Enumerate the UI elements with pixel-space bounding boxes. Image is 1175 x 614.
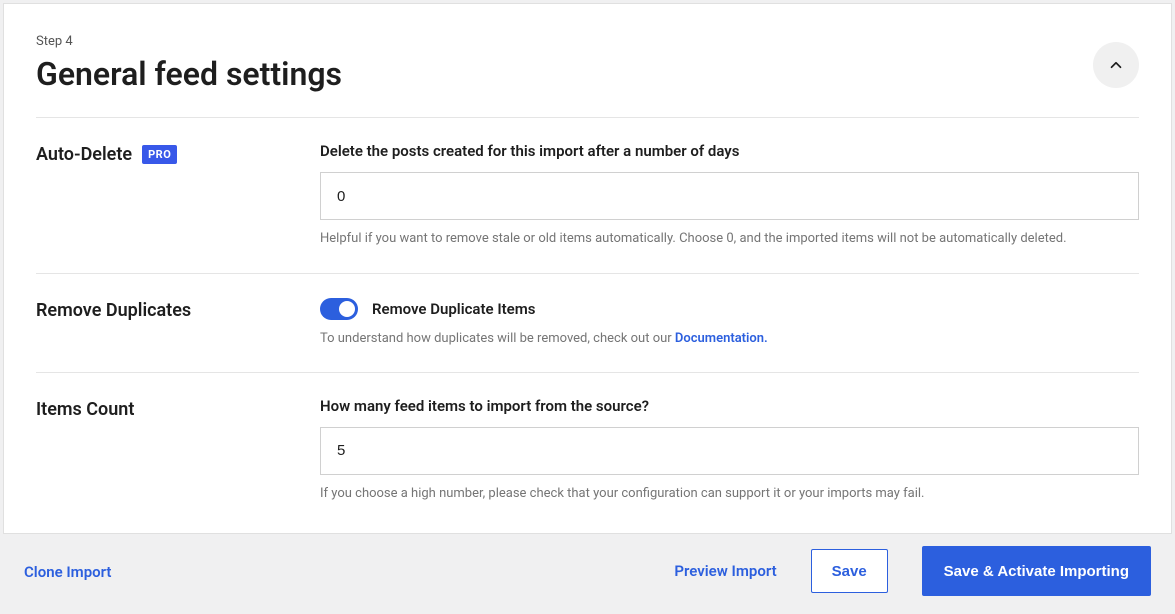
setting-label-col: Remove Duplicates [36, 298, 320, 321]
panel-header: Step 4 General feed settings [36, 34, 1139, 117]
help-prefix: To understand how duplicates will be rem… [320, 331, 675, 346]
documentation-link[interactable]: Documentation. [675, 331, 768, 346]
setting-control-col: How many feed items to import from the s… [320, 397, 1139, 503]
items-count-label: Items Count [36, 399, 134, 420]
save-button[interactable]: Save [811, 549, 888, 593]
setting-row-items-count: Items Count How many feed items to impor… [36, 373, 1139, 511]
items-count-input[interactable] [320, 427, 1139, 475]
step-label: Step 4 [36, 34, 342, 49]
auto-delete-field-title: Delete the posts created for this import… [320, 142, 1139, 160]
header-text-block: Step 4 General feed settings [36, 34, 342, 117]
settings-panel: Step 4 General feed settings Auto-Delete… [3, 3, 1172, 534]
save-activate-button[interactable]: Save & Activate Importing [922, 546, 1151, 596]
chevron-up-icon [1107, 56, 1125, 74]
footer-left: Clone Import [24, 562, 111, 581]
setting-control-col: Remove Duplicate Items To understand how… [320, 298, 1139, 348]
clone-import-link[interactable]: Clone Import [24, 563, 111, 581]
auto-delete-help: Helpful if you want to remove stale or o… [320, 230, 1139, 248]
setting-label-col: Items Count [36, 397, 320, 420]
pro-badge: PRO [142, 145, 177, 164]
footer-bar: Clone Import Preview Import Save Save & … [0, 534, 1175, 608]
remove-duplicates-toggle-label: Remove Duplicate Items [372, 300, 535, 318]
items-count-field-title: How many feed items to import from the s… [320, 397, 1139, 415]
toggle-knob [339, 301, 355, 317]
setting-control-col: Delete the posts created for this import… [320, 142, 1139, 248]
items-count-help: If you choose a high number, please chec… [320, 485, 1139, 503]
setting-label-col: Auto-Delete PRO [36, 142, 320, 165]
remove-duplicates-help: To understand how duplicates will be rem… [320, 330, 1139, 348]
footer-right: Preview Import Save Save & Activate Impo… [674, 546, 1151, 596]
setting-row-remove-duplicates: Remove Duplicates Remove Duplicate Items… [36, 274, 1139, 373]
panel-inner: Step 4 General feed settings Auto-Delete… [4, 4, 1171, 535]
remove-duplicates-label: Remove Duplicates [36, 300, 191, 321]
collapse-button[interactable] [1093, 42, 1139, 88]
page-title: General feed settings [36, 55, 342, 93]
toggle-row: Remove Duplicate Items [320, 298, 1139, 320]
auto-delete-label: Auto-Delete [36, 144, 132, 165]
preview-import-link[interactable]: Preview Import [674, 562, 776, 580]
remove-duplicates-toggle[interactable] [320, 298, 358, 320]
auto-delete-input[interactable] [320, 172, 1139, 220]
setting-row-auto-delete: Auto-Delete PRO Delete the posts created… [36, 118, 1139, 273]
